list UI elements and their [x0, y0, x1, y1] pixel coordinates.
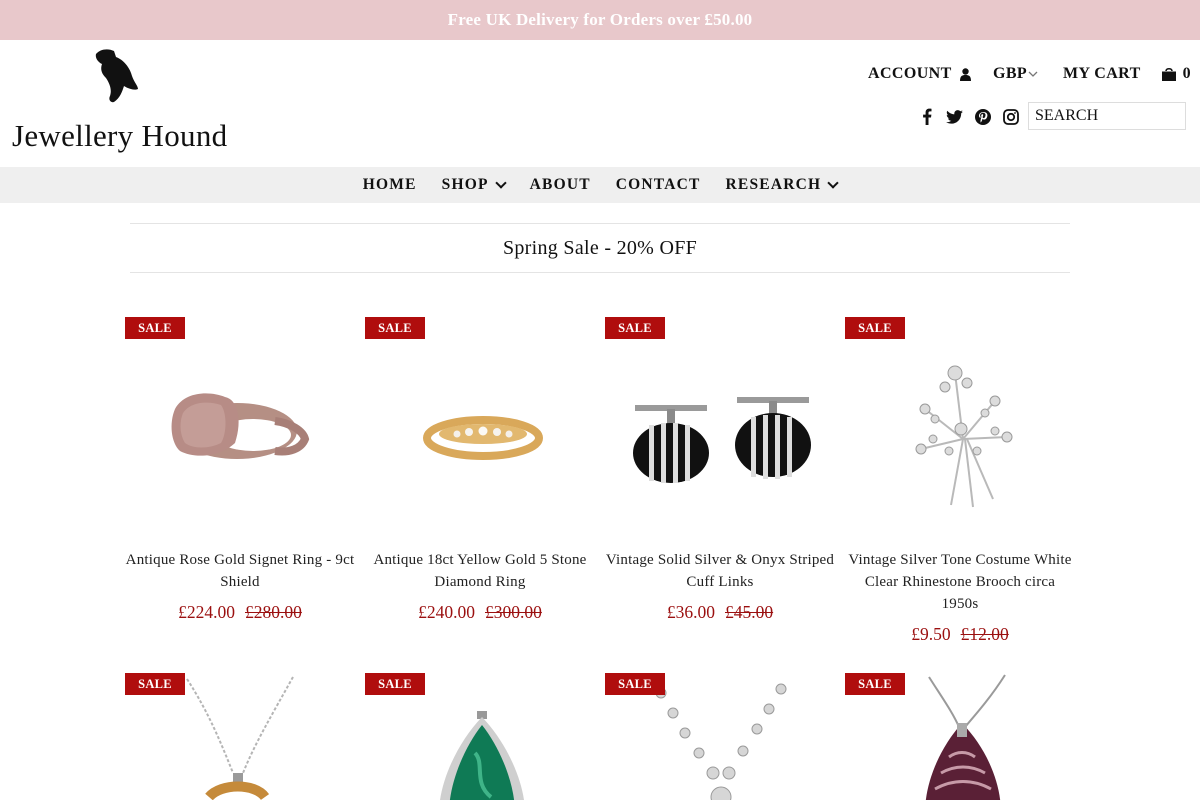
twitter-icon[interactable]: [946, 108, 963, 125]
sale-price: £240.00: [418, 602, 475, 622]
cart-label: MY CART: [1063, 65, 1141, 82]
nav-item-shop[interactable]: SHOP: [441, 176, 507, 194]
sale-badge: SALE: [125, 673, 185, 695]
sale-badge: SALE: [605, 317, 665, 339]
instagram-icon[interactable]: [1002, 108, 1019, 125]
sale-badge: SALE: [125, 317, 185, 339]
product-image-rhinestone-brooch[interactable]: [845, 339, 1075, 539]
cart-link[interactable]: MY CART 0: [1063, 65, 1191, 83]
user-icon: [959, 67, 971, 81]
promo-bar: Free UK Delivery for Orders over £50.00: [0, 0, 1200, 40]
price-block: £36.00 £45.00: [605, 602, 835, 623]
account-link[interactable]: ACCOUNT: [868, 65, 971, 83]
nav-item-label: ABOUT: [529, 176, 591, 193]
product-image-silver-onyx-cufflinks[interactable]: [605, 339, 835, 539]
account-label: ACCOUNT: [868, 65, 952, 82]
site-header: Jewellery Hound ACCOUNT GBP MY CART 0: [0, 40, 1200, 167]
compare-at-price: £300.00: [485, 602, 542, 622]
product-image-rose-gold-signet-ring[interactable]: [125, 339, 355, 539]
cart-count: 0: [1182, 65, 1192, 82]
product-title[interactable]: Vintage Solid Silver & Onyx Striped Cuff…: [605, 549, 835, 593]
social-links: [918, 108, 1019, 125]
nav-item-label: SHOP: [441, 176, 489, 193]
sale-badge: SALE: [845, 673, 905, 695]
sale-badge: SALE: [365, 317, 425, 339]
sale-price: £9.50: [911, 624, 951, 644]
compare-at-price: £280.00: [245, 602, 302, 622]
product-image-yellow-gold-diamond-ring[interactable]: [365, 339, 595, 539]
hound-logo-icon: [95, 49, 138, 103]
price-block: £240.00 £300.00: [365, 602, 595, 623]
sale-price: £36.00: [666, 602, 715, 622]
search-input[interactable]: [1028, 102, 1186, 130]
product-title[interactable]: Antique 18ct Yellow Gold 5 Stone Diamond…: [365, 549, 595, 593]
nav-item-label: RESEARCH: [725, 176, 822, 193]
nav-item-label: HOME: [362, 176, 417, 193]
currency-value: GBP: [993, 65, 1028, 82]
pinterest-icon[interactable]: [974, 108, 991, 125]
chevron-down-icon: [1028, 71, 1038, 77]
collection-title: Spring Sale - 20% OFF: [130, 223, 1070, 273]
logo[interactable]: Jewellery Hound: [12, 48, 227, 153]
product-card[interactable]: SALE: [125, 673, 355, 800]
shopping-bag-icon: [1161, 67, 1176, 81]
brand-name: Jewellery Hound: [12, 118, 228, 153]
price-block: £224.00 £280.00: [125, 602, 355, 623]
chevron-down-icon: [494, 177, 507, 189]
nav-item-contact[interactable]: CONTACT: [616, 176, 701, 194]
product-title[interactable]: Vintage Silver Tone Costume White Clear …: [845, 549, 1075, 615]
chevron-down-icon: [827, 177, 839, 189]
product-card[interactable]: SALE: [845, 673, 1075, 800]
sale-badge: SALE: [605, 673, 665, 695]
sale-badge: SALE: [365, 673, 425, 695]
sale-badge: SALE: [845, 317, 905, 339]
product-card[interactable]: SALE: [365, 673, 595, 800]
product-title[interactable]: Antique Rose Gold Signet Ring - 9ct Shie…: [125, 549, 355, 593]
main-nav: HOME SHOP ABOUT CONTACT RESEARCH: [0, 167, 1200, 203]
nav-item-about[interactable]: ABOUT: [530, 176, 591, 194]
collection-title-text: Spring Sale - 20% OFF: [502, 237, 698, 259]
compare-at-price: £12.00: [960, 624, 1009, 644]
facebook-icon[interactable]: [918, 108, 935, 125]
compare-at-price: £45.00: [725, 602, 774, 622]
product-card[interactable]: SALE: [605, 673, 835, 800]
nav-item-label: CONTACT: [615, 176, 701, 193]
nav-item-home[interactable]: HOME: [363, 176, 417, 194]
currency-selector[interactable]: GBP: [993, 65, 1038, 83]
nav-item-research[interactable]: RESEARCH: [725, 176, 839, 194]
sale-price: £224.00: [178, 602, 235, 622]
price-block: £9.50 £12.00: [845, 624, 1075, 645]
promo-text: Free UK Delivery for Orders over £50.00: [447, 10, 753, 29]
